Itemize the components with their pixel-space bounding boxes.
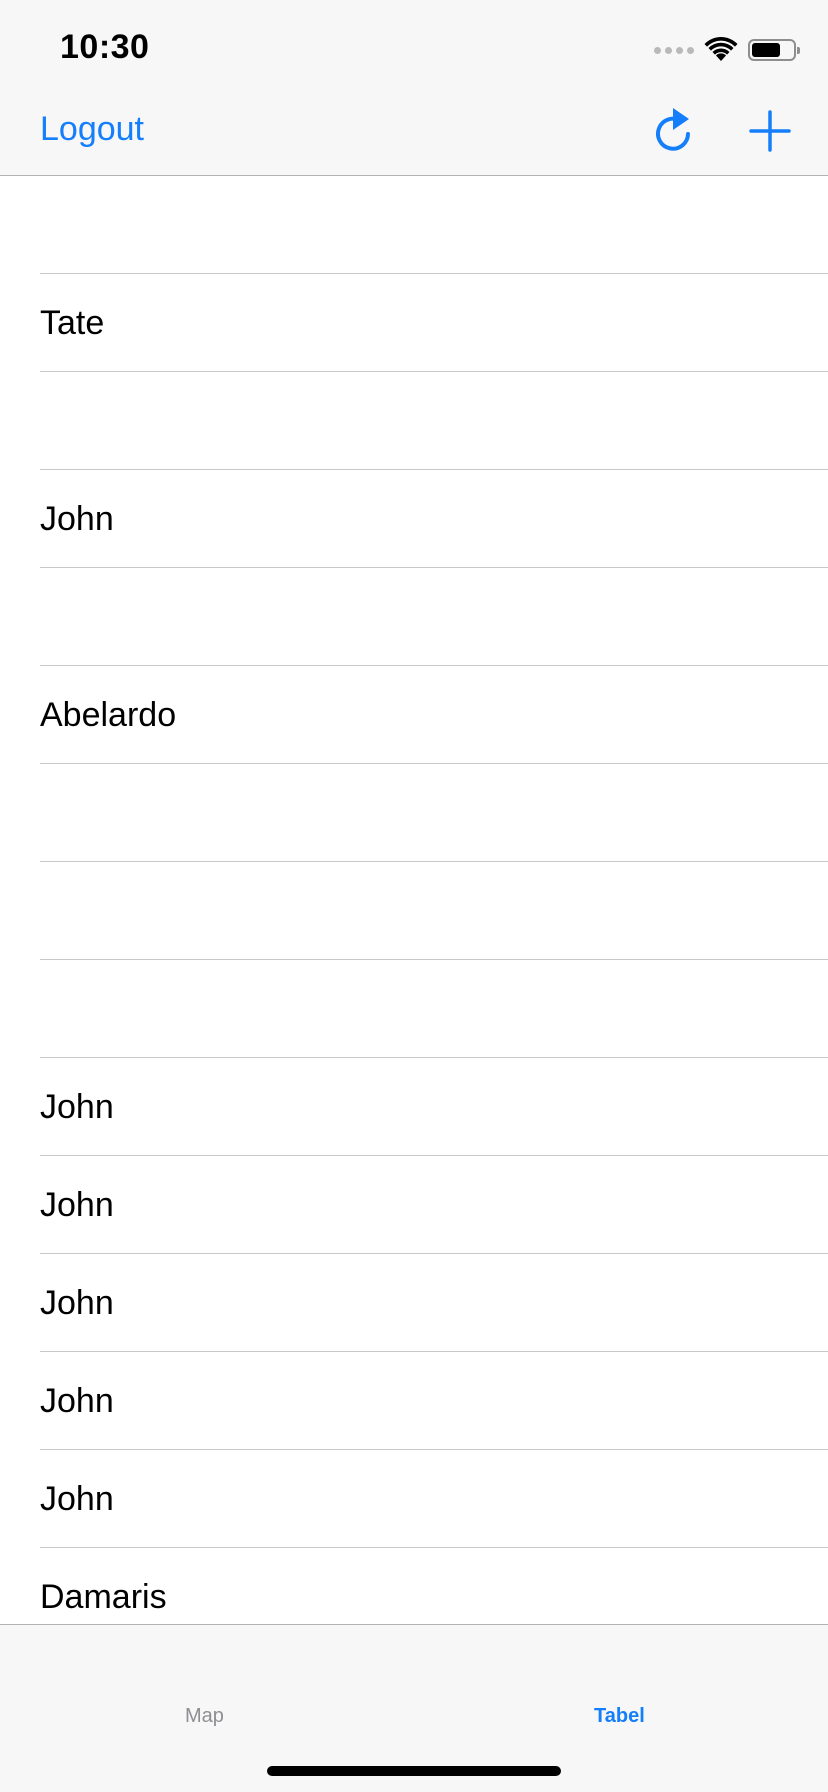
list-item[interactable]: John (0, 1450, 828, 1548)
app-screen: 10:30 Logout Tate John Abelardo John Joh… (0, 0, 828, 1792)
list-item[interactable]: Damaris (0, 1548, 828, 1624)
list-item[interactable]: John (0, 1156, 828, 1254)
logout-button[interactable]: Logout (40, 110, 144, 149)
list-item[interactable]: John (0, 1352, 828, 1450)
list-item[interactable]: John (0, 1058, 828, 1156)
status-time: 10:30 (60, 28, 150, 66)
list-item[interactable] (0, 176, 828, 274)
tab-map[interactable]: Map (185, 1705, 224, 1728)
list-item[interactable] (0, 568, 828, 666)
status-indicators (654, 34, 800, 66)
list-item[interactable]: John (0, 470, 828, 568)
cellular-signal-icon (654, 46, 694, 54)
list-item[interactable] (0, 764, 828, 862)
table-list: Tate John Abelardo John John John John J… (0, 176, 828, 1624)
wifi-icon (704, 37, 738, 61)
list-item[interactable]: Abelardo (0, 666, 828, 764)
plus-icon[interactable] (749, 110, 791, 152)
battery-icon (748, 39, 800, 61)
list-item[interactable] (0, 372, 828, 470)
top-bar: 10:30 Logout (0, 0, 828, 176)
tab-tabel[interactable]: Tabel (594, 1705, 645, 1728)
list-item[interactable]: John (0, 1254, 828, 1352)
list-item[interactable] (0, 862, 828, 960)
list-item[interactable]: Tate (0, 274, 828, 372)
list-item[interactable] (0, 960, 828, 1058)
home-indicator[interactable] (267, 1766, 561, 1776)
refresh-icon[interactable] (651, 106, 697, 156)
